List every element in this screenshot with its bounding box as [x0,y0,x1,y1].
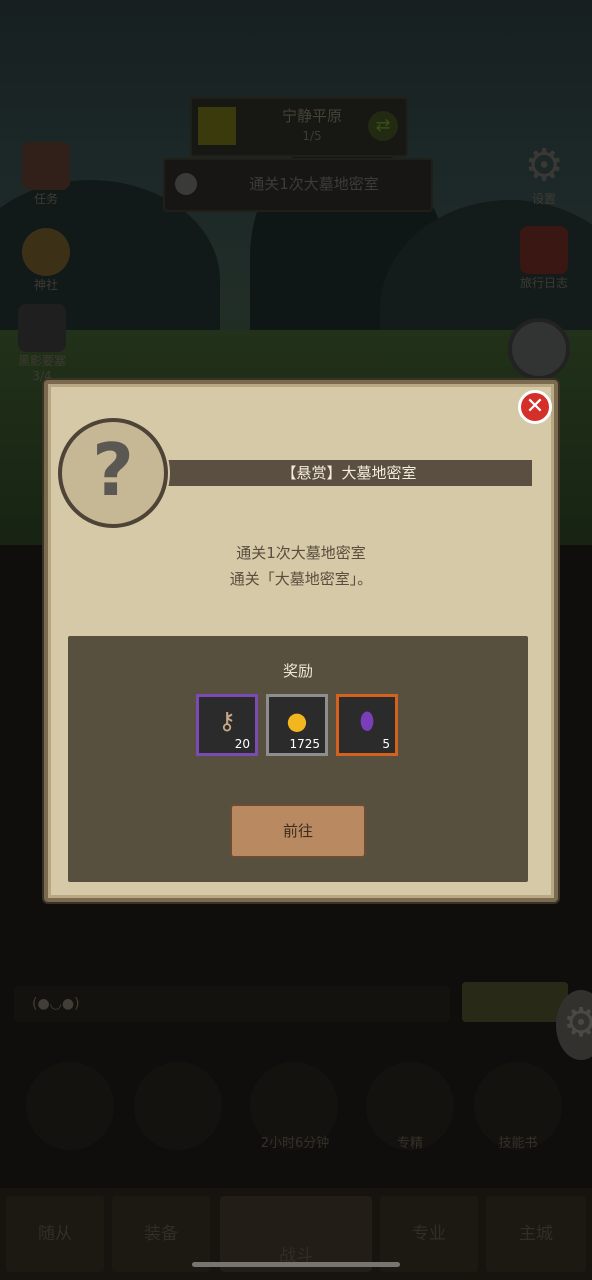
reward-count: 1725 [289,737,320,751]
key-icon: ⚷ [218,707,236,735]
question-mark-icon: ? [58,418,168,528]
reward-item-key[interactable]: ⚷ 20 [196,694,258,756]
reward-item-gem[interactable]: ⬮ 5 [336,694,398,756]
go-button[interactable]: 前往 [230,804,366,858]
purple-gem-icon: ⬮ [359,707,375,735]
quest-desc-line1: 通关1次大墓地密室 [236,544,366,562]
reward-title: 奖励 [282,662,313,680]
reward-count: 5 [382,737,390,751]
reward-item-gold[interactable]: ● 1725 [266,694,328,756]
close-icon[interactable]: ✕ [518,390,552,424]
gold-coin-icon: ● [286,707,308,735]
dialog-title: 【悬赏】大墓地密室 [166,460,532,486]
quest-desc-line2: 通关「大墓地密室」。 [229,570,373,588]
reward-panel: 奖励 ⚷ 20 ● 1725 ⬮ 5 前往 [68,636,528,882]
bounty-dialog: 【悬赏】大墓地密室 ? ✕ 通关1次大墓地密室 通关「大墓地密室」。 奖励 ⚷ … [44,380,558,902]
reward-count: 20 [234,737,250,751]
